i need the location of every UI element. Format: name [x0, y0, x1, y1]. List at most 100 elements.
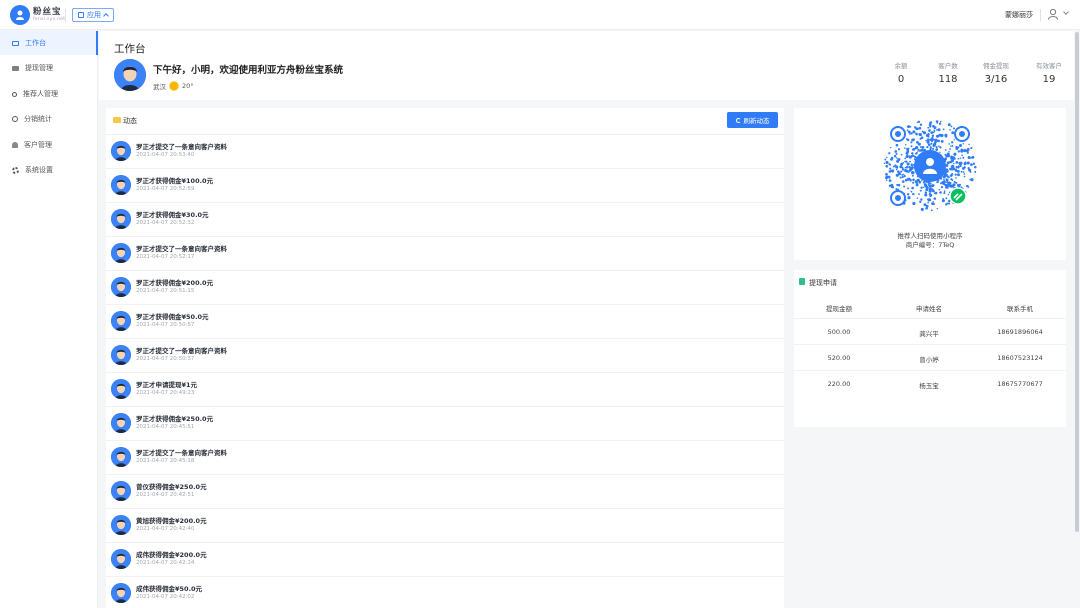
activity-text: 罗正才获得佣金¥200.0元 — [136, 279, 214, 287]
stat-value: 19 — [1042, 74, 1056, 85]
activity-text: 罗正才获得佣金¥100.0元 — [136, 177, 214, 185]
table-cell: 18607523124 — [997, 354, 1043, 362]
sidebar-item-withdraw[interactable]: 提现管理 — [0, 56, 98, 80]
activity-time: 2021-04-07 20:50:57 — [136, 322, 195, 328]
list-item[interactable]: 罗正才获得佣金¥50.0元 2021-04-07 20:50:57 — [106, 304, 784, 338]
sidebar-item-label: 系统设置 — [25, 166, 53, 174]
chevron-down-icon[interactable] — [1063, 9, 1069, 15]
activity-time: 2021-04-07 20:42:51 — [136, 492, 195, 498]
user-name[interactable]: 蒙娜丽莎 — [1005, 10, 1033, 20]
scrollbar-thumb[interactable] — [1075, 32, 1079, 532]
avatar — [114, 59, 146, 91]
activity-title: 动态 — [123, 117, 137, 125]
greeting-text: 下午好，小明，欢迎使用利亚方舟粉丝宝系统 — [153, 65, 344, 76]
list-item[interactable]: 罗正才提交了一条意向客户资料 2021-04-07 20:52:17 — [106, 236, 784, 270]
list-item[interactable]: 罗正才提交了一条意向客户资料 2021-04-07 20:45:18 — [106, 440, 784, 474]
avatar — [111, 549, 131, 569]
page-title: 工作台 — [114, 43, 146, 55]
sidebar-item-customers[interactable]: 客户管理 — [0, 133, 98, 157]
table-cell: 520.00 — [827, 354, 851, 362]
list-item[interactable]: 黄旭获得佣金¥200.0元 2021-04-07 20:42:40 — [106, 508, 784, 542]
table-cell: 杨玉宝 — [919, 382, 939, 390]
column-header: 提现金额 — [826, 305, 852, 313]
list-item[interactable]: 罗正才申请提现¥1元 2021-04-07 20:49:23 — [106, 372, 784, 406]
user-icon[interactable] — [1047, 8, 1059, 20]
divider — [65, 9, 66, 22]
activity-panel: 动态 刷新动态 罗正才提交了一条意向客户资料 2021-04-07 20:53:4… — [106, 108, 784, 608]
activity-time: 2021-04-07 20:50:37 — [136, 356, 195, 362]
folder-icon — [113, 117, 121, 123]
column-header: 联系手机 — [1007, 305, 1033, 313]
table-row[interactable]: 220.00 杨玉宝 18675770677 — [794, 370, 1066, 396]
temperature: 20° — [182, 82, 194, 90]
table-row[interactable]: 520.00 曾小婷 18607523124 — [794, 344, 1066, 370]
table-row[interactable]: 500.00 龚兴平 18691896064 — [794, 318, 1066, 344]
stat-label: 客户数 — [938, 62, 958, 70]
app-switcher-button[interactable]: 应用 — [72, 8, 114, 22]
desktop-icon — [12, 40, 19, 46]
sidebar-item-workbench[interactable]: 工作台 — [0, 31, 98, 55]
avatar — [111, 413, 131, 433]
stat-valid-customers: 有效客户 19 — [1024, 60, 1074, 85]
divider — [1040, 9, 1041, 21]
list-item[interactable]: 成伟获得佣金¥50.0元 2021-04-07 20:42:02 — [106, 576, 784, 608]
brand-subtitle: fensi.sys.net — [33, 17, 66, 22]
stat-label: 余额 — [894, 62, 908, 70]
activity-text: 罗正才获得佣金¥30.0元 — [136, 211, 209, 219]
list-item[interactable]: 罗正才提交了一条意向客户资料 2021-04-07 20:53:40 — [106, 134, 784, 168]
avatar — [111, 209, 131, 229]
stat-value: 3/16 — [984, 74, 1008, 85]
sidebar-item-label: 分销统计 — [24, 115, 52, 123]
sidebar-item-label: 推荐人管理 — [23, 90, 58, 98]
avatar — [111, 379, 131, 399]
activity-time: 2021-04-07 20:42:40 — [136, 526, 195, 532]
avatar — [111, 243, 131, 263]
list-item[interactable]: 罗正才获得佣金¥250.0元 2021-04-07 20:45:51 — [106, 406, 784, 440]
chevron-up-icon — [103, 13, 109, 19]
table-cell: 18691896064 — [997, 328, 1043, 336]
withdraw-title: 提现申请 — [809, 279, 837, 287]
sidebar-item-referrers[interactable]: 推荐人管理 — [0, 82, 98, 106]
stat-label: 佣金提现 — [983, 62, 1009, 70]
activity-text: 罗正才提交了一条意向客户资料 — [136, 143, 227, 151]
app-switcher-label: 应用 — [87, 11, 101, 19]
grid-icon — [78, 12, 84, 18]
list-item[interactable]: 罗正才提交了一条意向客户资料 2021-04-07 20:50:37 — [106, 338, 784, 372]
brand-logo-icon[interactable] — [10, 5, 30, 25]
activity-time: 2021-04-07 20:52:32 — [136, 220, 195, 226]
top-bar: 粉丝宝 fensi.sys.net 应用 蒙娜丽莎 — [0, 0, 1080, 30]
table-cell: 500.00 — [827, 328, 851, 336]
stat-commission: 佣金提现 3/16 — [971, 60, 1021, 85]
activity-text: 成伟获得佣金¥50.0元 — [136, 585, 203, 593]
avatar — [111, 277, 131, 297]
activity-time: 2021-04-07 20:52:59 — [136, 186, 195, 192]
refresh-activity-button[interactable]: 刷新动态 — [727, 112, 778, 128]
list-item[interactable]: 罗正才获得佣金¥200.0元 2021-04-07 20:51:15 — [106, 270, 784, 304]
table-cell: 龚兴平 — [919, 330, 939, 338]
activity-text: 罗正才提交了一条意向客户资料 — [136, 449, 227, 457]
stat-balance: 余额 0 — [876, 60, 926, 85]
list-item[interactable]: 罗正才获得佣金¥100.0元 2021-04-07 20:52:59 — [106, 168, 784, 202]
avatar — [111, 141, 131, 161]
list-item[interactable]: 罗正才获得佣金¥30.0元 2021-04-07 20:52:32 — [106, 202, 784, 236]
qr-panel: 推荐人扫码使用小程序 商户编号：7TeQ — [794, 108, 1066, 260]
avatar — [111, 175, 131, 195]
activity-text: 成伟获得佣金¥200.0元 — [136, 551, 207, 559]
activity-text: 黄旭获得佣金¥200.0元 — [136, 517, 207, 525]
avatar — [111, 481, 131, 501]
activity-time: 2021-04-07 20:45:51 — [136, 424, 195, 430]
customer-icon — [12, 142, 18, 148]
list-item[interactable]: 曾仪获得佣金¥250.0元 2021-04-07 20:42:51 — [106, 474, 784, 508]
brand-name: 粉丝宝 — [33, 7, 62, 17]
stat-value: 118 — [938, 74, 958, 85]
avatar — [111, 583, 131, 603]
list-item[interactable]: 成伟获得佣金¥200.0元 2021-04-07 20:42:24 — [106, 542, 784, 576]
activity-text: 罗正才获得佣金¥250.0元 — [136, 415, 214, 423]
card-icon — [12, 65, 19, 71]
sidebar-item-settings[interactable]: 系统设置 — [0, 158, 98, 182]
table-cell: 18675770677 — [997, 380, 1043, 388]
refresh-label: 刷新动态 — [743, 117, 770, 125]
bookmark-icon — [799, 278, 805, 285]
sidebar-item-distribution[interactable]: 分销统计 — [0, 107, 98, 131]
sidebar: 工作台 提现管理 推荐人管理 分销统计 客户管理 系统设置 — [0, 31, 98, 608]
